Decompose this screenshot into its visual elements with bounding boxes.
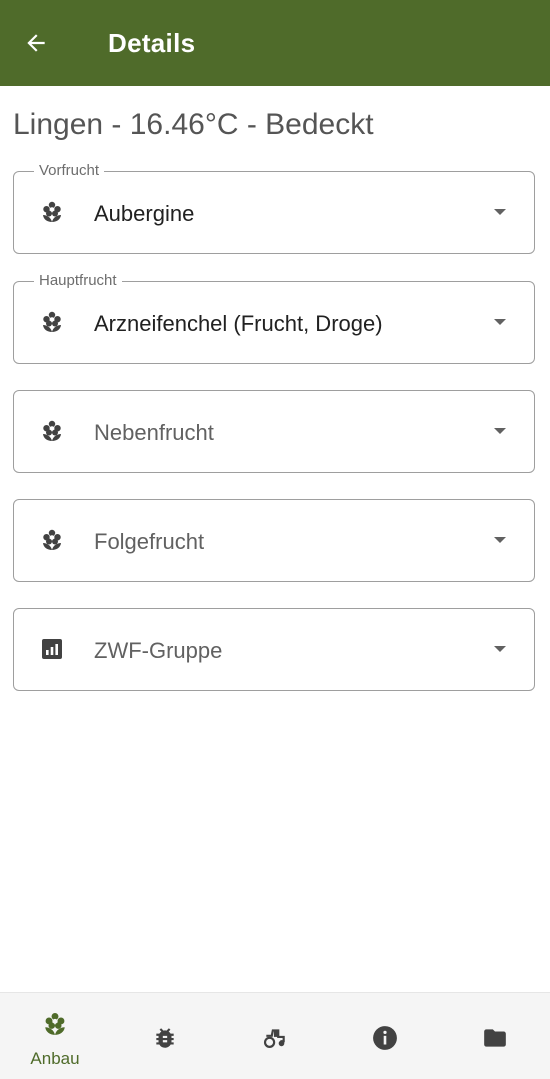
nebenfrucht-select[interactable]: Nebenfrucht: [13, 390, 535, 473]
bottom-navigation: Anbau: [0, 992, 550, 1079]
nav-item-machinery[interactable]: [220, 993, 330, 1079]
folgefrucht-placeholder: Folgefrucht: [94, 529, 205, 554]
bug-icon: [156, 1028, 174, 1048]
nav-item-documents[interactable]: [440, 993, 550, 1079]
zwf-gruppe-select[interactable]: ZWF-Gruppe: [13, 608, 535, 691]
nav-item-pests[interactable]: [110, 993, 220, 1079]
flower-icon: [43, 201, 61, 222]
page-title: Details: [108, 27, 196, 58]
vorfrucht-value: Aubergine: [94, 201, 195, 226]
app-bar: Details: [0, 0, 550, 86]
dropdown-arrow-icon: [494, 537, 506, 543]
hauptfrucht-select[interactable]: Hauptfrucht Arzneifenchel (Frucht, Droge…: [13, 272, 535, 364]
nebenfrucht-placeholder: Nebenfrucht: [94, 420, 214, 445]
flower-icon: [43, 529, 61, 550]
dropdown-arrow-icon: [494, 209, 506, 215]
flower-icon: [43, 311, 61, 332]
vorfrucht-label: Vorfrucht: [34, 162, 105, 180]
hauptfrucht-value: Arzneifenchel (Frucht, Droge): [94, 311, 383, 336]
nav-item-info[interactable]: [330, 993, 440, 1079]
folder-icon: [484, 1029, 506, 1047]
back-button[interactable]: [0, 0, 72, 86]
arrow-left-icon: [27, 34, 45, 52]
hauptfrucht-label: Hauptfrucht: [34, 272, 122, 290]
nav-label-anbau: Anbau: [30, 1049, 80, 1068]
dropdown-arrow-icon: [494, 428, 506, 434]
info-icon: [373, 1026, 397, 1050]
tractor-icon: [263, 1029, 285, 1048]
weather-status: Lingen - 16.46°C - Bedeckt: [13, 108, 374, 141]
chart-icon: [42, 639, 62, 659]
nav-item-anbau[interactable]: Anbau: [0, 993, 110, 1079]
folgefrucht-select[interactable]: Folgefrucht: [13, 499, 535, 582]
dropdown-arrow-icon: [494, 646, 506, 652]
dropdown-arrow-icon: [494, 319, 506, 325]
flower-icon: [45, 1012, 65, 1035]
zwf-gruppe-placeholder: ZWF-Gruppe: [94, 638, 223, 663]
flower-icon: [43, 420, 61, 441]
vorfrucht-select[interactable]: Vorfrucht Aubergine: [13, 162, 535, 254]
